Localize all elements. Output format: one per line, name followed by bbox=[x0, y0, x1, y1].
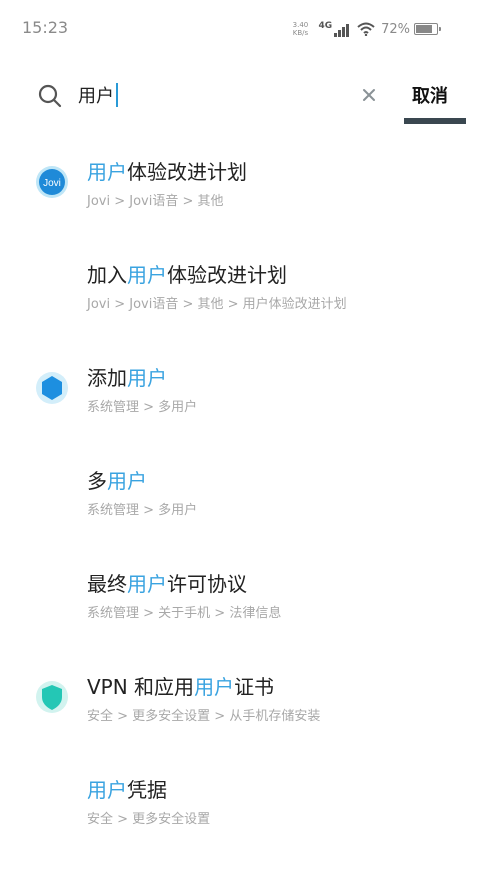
clear-icon[interactable] bbox=[362, 88, 376, 102]
cellular-signal-icon: 4G bbox=[318, 21, 350, 37]
result-title-suffix: 证书 bbox=[234, 675, 275, 699]
result-title: 用户体验改进计划 bbox=[87, 156, 247, 185]
result-title-suffix: 体验改进计划 bbox=[127, 160, 247, 184]
result-title: VPN 和应用用户证书 bbox=[87, 671, 274, 700]
jovi-logo-icon: Jovi bbox=[36, 166, 68, 198]
result-title-prefix: VPN 和应用 bbox=[87, 675, 195, 699]
search-result-item[interactable]: 多用户系统管理 > 多用户 bbox=[0, 449, 500, 552]
result-breadcrumb-path: Jovi > Jovi语音 > 其他 bbox=[87, 194, 224, 209]
result-breadcrumb-path: 系统管理 > 多用户 bbox=[87, 503, 198, 518]
network-speed: 3.40 KB/s bbox=[290, 21, 310, 37]
search-input[interactable]: 用户 bbox=[78, 82, 118, 108]
result-title-prefix: 添加 bbox=[87, 366, 127, 390]
search-result-item[interactable]: Jovi 用户体验改进计划 Jovi > Jovi语音 > 其他 bbox=[0, 140, 500, 243]
result-breadcrumb-path: 安全 > 更多安全设置 bbox=[87, 812, 211, 827]
search-bar: 用户 取消 bbox=[0, 70, 500, 126]
search-icon bbox=[38, 84, 62, 108]
status-icons: 3.40 KB/s 4G 72% bbox=[290, 18, 441, 40]
cancel-underline bbox=[404, 118, 466, 124]
result-title-prefix: 多 bbox=[87, 469, 107, 493]
result-title: 添加用户 bbox=[87, 362, 167, 391]
result-breadcrumb-path: 系统管理 > 关于手机 > 法律信息 bbox=[87, 606, 282, 621]
shield-icon bbox=[36, 681, 68, 713]
text-cursor bbox=[116, 83, 118, 107]
result-title: 加入用户体验改进计划 bbox=[87, 259, 287, 288]
result-title-highlight: 用户 bbox=[127, 572, 167, 596]
result-title-suffix: 许可协议 bbox=[167, 572, 247, 596]
hexagon-icon bbox=[36, 372, 68, 404]
result-title-highlight: 用户 bbox=[87, 778, 127, 802]
search-result-item[interactable]: 加入用户体验改进计划 Jovi > Jovi语音 > 其他 > 用户体验改进计划 bbox=[0, 243, 500, 346]
search-query: 用户 bbox=[78, 86, 114, 107]
result-breadcrumb-path: 安全 > 更多安全设置 > 从手机存储安装 bbox=[87, 709, 321, 724]
network-type: 4G bbox=[318, 21, 333, 31]
status-time: 15:23 bbox=[22, 18, 69, 37]
result-title-prefix: 最终 bbox=[87, 572, 127, 596]
result-title-suffix: 体验改进计划 bbox=[167, 263, 287, 287]
result-title: 多用户 bbox=[87, 465, 147, 494]
network-speed-value: 3.40 bbox=[292, 21, 309, 29]
result-title-highlight: 用户 bbox=[127, 366, 167, 390]
result-breadcrumb-path: Jovi > Jovi语音 > 其他 > 用户体验改进计划 bbox=[87, 297, 347, 312]
search-result-item[interactable]: 最终用户许可协议系统管理 > 关于手机 > 法律信息 bbox=[0, 552, 500, 655]
result-title: 最终用户许可协议 bbox=[87, 568, 247, 597]
svg-text:Jovi: Jovi bbox=[43, 178, 61, 189]
search-result-item[interactable]: 添加用户系统管理 > 多用户 bbox=[0, 346, 500, 449]
result-title: 用户凭据 bbox=[87, 774, 167, 803]
result-title-highlight: 用户 bbox=[127, 263, 167, 287]
search-result-item[interactable]: VPN 和应用用户证书安全 > 更多安全设置 > 从手机存储安装 bbox=[0, 655, 500, 758]
result-breadcrumb-path: 系统管理 > 多用户 bbox=[87, 400, 198, 415]
search-results-list: Jovi 用户体验改进计划 Jovi > Jovi语音 > 其他 加入用户体验改进计… bbox=[0, 140, 500, 861]
network-speed-unit: KB/s bbox=[292, 29, 309, 37]
cancel-button[interactable]: 取消 bbox=[412, 82, 448, 108]
result-title-highlight: 用户 bbox=[87, 160, 127, 184]
result-title-prefix: 加入 bbox=[87, 263, 127, 287]
result-title-suffix: 凭据 bbox=[127, 778, 167, 802]
search-result-item[interactable]: 用户凭据安全 > 更多安全设置 bbox=[0, 758, 500, 861]
battery-icon bbox=[414, 23, 441, 35]
result-title-highlight: 用户 bbox=[194, 675, 235, 699]
status-bar: 15:23 3.40 KB/s 4G 72% bbox=[0, 0, 500, 56]
wifi-icon bbox=[357, 22, 375, 36]
battery-percent: 72% bbox=[381, 21, 410, 37]
result-title-highlight: 用户 bbox=[107, 469, 147, 493]
